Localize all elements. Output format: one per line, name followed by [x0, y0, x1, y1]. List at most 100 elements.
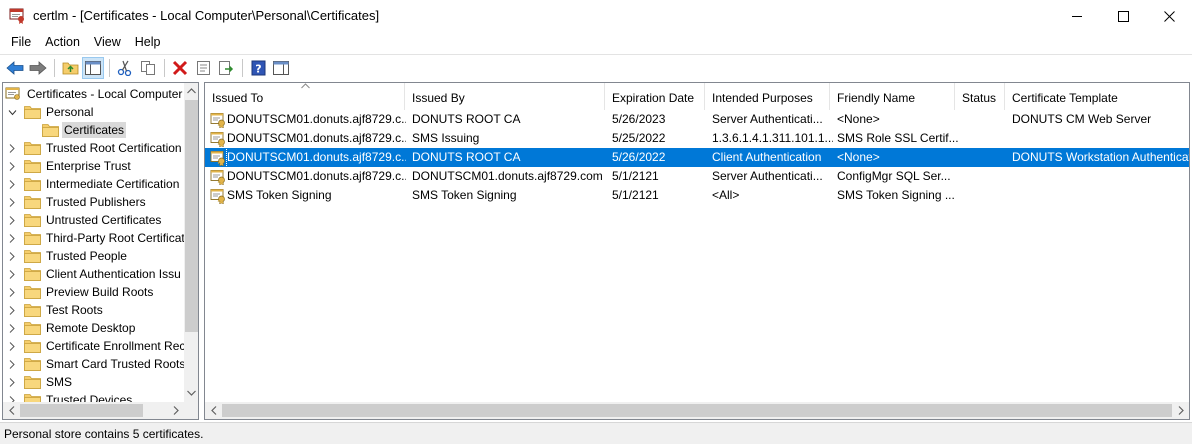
tree-node-store[interactable]: Third-Party Root Certificat	[3, 229, 184, 247]
tree-node-store[interactable]: Enterprise Trust	[3, 157, 184, 175]
column-header-expiration-date[interactable]: Expiration Date	[605, 83, 705, 110]
tree-node-store[interactable]: Untrusted Certificates	[3, 211, 184, 229]
scroll-left-arrow-icon[interactable]	[3, 402, 20, 419]
tree-node-store[interactable]: Test Roots	[3, 301, 184, 319]
up-one-level-button[interactable]	[59, 57, 81, 79]
scroll-thumb[interactable]	[222, 404, 1172, 417]
scroll-thumb[interactable]	[20, 404, 143, 417]
table-cell: <None>	[837, 112, 880, 126]
scroll-right-arrow-icon[interactable]	[1172, 402, 1189, 419]
tree-node-store[interactable]: Trusted People	[3, 247, 184, 265]
tree-node-personal[interactable]: Personal	[3, 103, 184, 121]
maximize-button[interactable]	[1100, 0, 1146, 32]
table-row[interactable]: DONUTSCM01.donuts.ajf8729.c... DONUTS ROO…	[205, 110, 1189, 129]
tree-label: Enterprise Trust	[46, 159, 131, 173]
expanded-chevron-icon[interactable]	[6, 103, 18, 121]
collapsed-chevron-icon[interactable]	[6, 229, 18, 247]
list-horizontal-scrollbar[interactable]	[205, 402, 1189, 419]
collapsed-chevron-icon[interactable]	[6, 211, 18, 229]
toolbar-separator	[54, 58, 55, 77]
tree-node-store[interactable]: Remote Desktop	[3, 319, 184, 337]
action-pane-icon	[273, 60, 289, 75]
collapsed-chevron-icon[interactable]	[6, 319, 18, 337]
table-row[interactable]: DONUTSCM01.donuts.ajf8729.c... SMS Issuin…	[205, 129, 1189, 148]
scroll-up-arrow-icon[interactable]	[184, 83, 198, 98]
tree-node-store[interactable]: Client Authentication Issu	[3, 265, 184, 283]
table-cell: ConfigMgr SQL Ser...	[837, 169, 951, 183]
certificate-list-pane: Issued To Issued By Expiration Date Inte…	[204, 82, 1190, 420]
export-icon	[219, 60, 234, 75]
scroll-thumb[interactable]	[185, 100, 198, 332]
table-cell: DONUTSCM01.donuts.ajf8729.c...	[210, 148, 406, 167]
tree-node-store[interactable]: Smart Card Trusted Roots	[3, 355, 184, 373]
scroll-right-arrow-icon[interactable]	[167, 402, 184, 419]
certificate-app-icon[interactable]	[9, 7, 26, 24]
table-row[interactable]: SMS Token Signing SMS Token Signing 5/1/21…	[205, 186, 1189, 205]
menu-view[interactable]: View	[87, 32, 128, 52]
properties-button[interactable]	[192, 57, 214, 79]
collapsed-chevron-icon[interactable]	[6, 139, 18, 157]
tree-node-store[interactable]: Trusted Publishers	[3, 193, 184, 211]
tree-node-root[interactable]: Certificates - Local Computer	[3, 85, 184, 103]
folder-icon	[24, 375, 41, 389]
column-header-issued-to[interactable]: Issued To	[205, 83, 405, 110]
minimize-button[interactable]	[1054, 0, 1100, 32]
scroll-down-arrow-icon[interactable]	[184, 385, 198, 400]
column-header-intended-purposes[interactable]: Intended Purposes	[705, 83, 830, 110]
collapsed-chevron-icon[interactable]	[6, 301, 18, 319]
column-header-friendly-name[interactable]: Friendly Name	[830, 83, 955, 110]
collapsed-chevron-icon[interactable]	[6, 391, 18, 402]
tree-node-store[interactable]: Preview Build Roots	[3, 283, 184, 301]
scroll-left-arrow-icon[interactable]	[205, 402, 222, 419]
collapsed-chevron-icon[interactable]	[6, 373, 18, 391]
collapsed-chevron-icon[interactable]	[6, 355, 18, 373]
collapsed-chevron-icon[interactable]	[6, 265, 18, 283]
tree-node-store[interactable]: Trusted Devices	[3, 391, 184, 402]
collapsed-chevron-icon[interactable]	[6, 247, 18, 265]
collapsed-chevron-icon[interactable]	[6, 337, 18, 355]
table-row[interactable]: DONUTSCM01.donuts.ajf8729.c... DONUTSCM01…	[205, 167, 1189, 186]
tree-label: Personal	[46, 105, 94, 119]
collapsed-chevron-icon[interactable]	[6, 193, 18, 211]
column-header-status[interactable]: Status	[955, 83, 1005, 110]
table-cell	[962, 129, 1008, 148]
table-cell: SMS Issuing	[412, 131, 480, 145]
back-button[interactable]	[4, 57, 26, 79]
help-button[interactable]: ?	[247, 57, 269, 79]
show-hide-action-pane-button[interactable]	[270, 57, 292, 79]
folder-icon	[24, 195, 41, 209]
tree-horizontal-scrollbar[interactable]	[3, 402, 184, 419]
svg-text:?: ?	[255, 62, 261, 75]
certificate-icon	[210, 112, 226, 128]
menu-action[interactable]: Action	[38, 32, 87, 52]
table-cell: DONUTSCM01.donuts.ajf8729.c...	[210, 167, 406, 186]
tree-node-store[interactable]: Trusted Root Certification	[3, 139, 184, 157]
copy-button[interactable]	[137, 57, 159, 79]
cut-button[interactable]	[114, 57, 136, 79]
export-list-button[interactable]	[215, 57, 237, 79]
column-header-certificate-template[interactable]: Certificate Template	[1005, 83, 1189, 110]
menu-file[interactable]: File	[4, 32, 38, 52]
column-header-issued-by[interactable]: Issued By	[405, 83, 605, 110]
tree-node-certificates[interactable]: Certificates	[3, 121, 184, 139]
title-bar: certlm - [Certificates - Local Computer\…	[0, 0, 1192, 32]
show-hide-console-tree-button[interactable]	[82, 56, 104, 79]
collapsed-chevron-icon[interactable]	[6, 175, 18, 193]
menu-help[interactable]: Help	[128, 32, 168, 52]
tree-node-store[interactable]: Certificate Enrollment Rec	[3, 337, 184, 355]
table-row[interactable]: DONUTSCM01.donuts.ajf8729.c... DONUTS ROO…	[205, 148, 1189, 167]
tree-node-store[interactable]: Intermediate Certification	[3, 175, 184, 193]
tree-label: Test Roots	[46, 303, 103, 317]
forward-button[interactable]	[27, 57, 49, 79]
certificate-icon	[210, 169, 226, 185]
tree-label: Trusted Root Certification	[46, 141, 182, 155]
tree-node-store[interactable]: SMS	[3, 373, 184, 391]
folder-icon	[24, 231, 41, 245]
close-button[interactable]	[1146, 0, 1192, 32]
collapsed-chevron-icon[interactable]	[6, 283, 18, 301]
collapsed-chevron-icon[interactable]	[6, 157, 18, 175]
tree-vertical-scrollbar[interactable]	[184, 83, 198, 402]
table-cell: <All>	[712, 188, 740, 202]
toolbar-separator	[242, 58, 243, 77]
delete-button[interactable]	[169, 57, 191, 79]
